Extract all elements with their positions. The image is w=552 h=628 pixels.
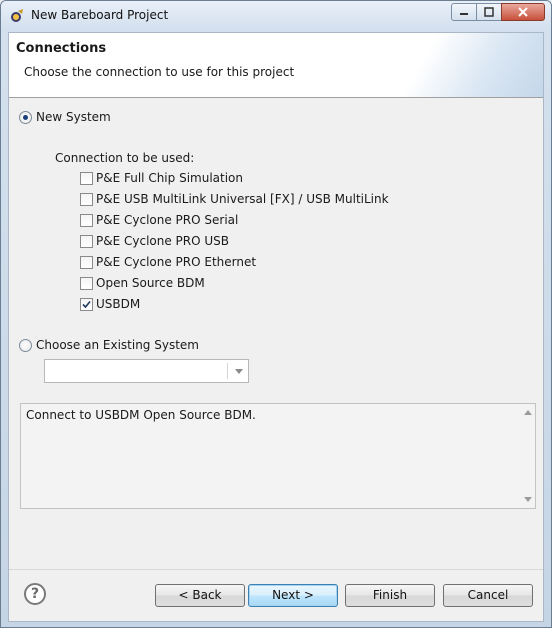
checkbox-pe-usb-multilink[interactable] (80, 193, 93, 206)
combo-separator (227, 363, 228, 379)
wizard-page: Connections Choose the connection to use… (8, 32, 544, 622)
checkbox-usbdm[interactable] (80, 298, 93, 311)
maximize-icon (484, 7, 494, 17)
new-system-label[interactable]: New System (36, 110, 111, 124)
title-bar[interactable]: New Bareboard Project (1, 1, 551, 31)
dialog-window: New Bareboard Project Connections Choose… (0, 0, 552, 628)
connection-label[interactable]: P&E Cyclone PRO USB (96, 234, 229, 248)
header-decoration (403, 33, 543, 97)
existing-system-radio[interactable] (19, 339, 32, 352)
new-system-radio[interactable] (19, 111, 32, 124)
existing-system-combo[interactable] (44, 359, 249, 383)
existing-system-label[interactable]: Choose an Existing System (36, 338, 199, 352)
checkmark-icon (82, 300, 91, 309)
checkbox-open-source-bdm[interactable] (80, 277, 93, 290)
description-text: Connect to USBDM Open Source BDM. (26, 408, 256, 422)
description-scrollbar[interactable] (521, 404, 535, 508)
window-controls (451, 3, 545, 21)
cancel-button[interactable]: Cancel (443, 584, 533, 607)
minimize-icon (460, 13, 468, 15)
eclipse-wizard-icon (11, 9, 23, 22)
connection-label[interactable]: P&E USB MultiLink Universal [FX] / USB M… (96, 192, 389, 206)
next-button[interactable]: Next > (248, 584, 338, 607)
checkbox-pe-full-chip-simulation[interactable] (80, 172, 93, 185)
connection-label[interactable]: Open Source BDM (96, 276, 205, 290)
help-icon: ? (30, 586, 40, 602)
scroll-up-icon[interactable] (524, 410, 532, 415)
help-button[interactable]: ? (24, 583, 46, 605)
checkbox-pe-cyclone-pro-usb[interactable] (80, 235, 93, 248)
minimize-button[interactable] (451, 3, 477, 21)
footer-divider (9, 569, 543, 570)
page-description: Choose the connection to use for this pr… (24, 65, 295, 79)
chevron-down-icon[interactable] (235, 369, 243, 374)
checkbox-pe-cyclone-pro-ethernet[interactable] (80, 256, 93, 269)
description-box: Connect to USBDM Open Source BDM. (20, 403, 536, 509)
wizard-header: Connections Choose the connection to use… (9, 33, 543, 98)
connection-label[interactable]: P&E Cyclone PRO Ethernet (96, 255, 256, 269)
connection-label[interactable]: USBDM (96, 297, 140, 311)
connection-label[interactable]: P&E Cyclone PRO Serial (96, 213, 238, 227)
connection-label[interactable]: P&E Full Chip Simulation (96, 171, 243, 185)
close-icon (518, 7, 528, 17)
checkbox-pe-cyclone-pro-serial[interactable] (80, 214, 93, 227)
close-button[interactable] (501, 3, 545, 21)
finish-button[interactable]: Finish (345, 584, 435, 607)
page-title: Connections (16, 41, 107, 56)
back-button[interactable]: < Back (155, 584, 245, 607)
connection-group-label: Connection to be used: (55, 151, 195, 165)
scroll-down-icon[interactable] (524, 497, 532, 502)
maximize-button[interactable] (476, 3, 502, 21)
window-title: New Bareboard Project (31, 8, 169, 22)
